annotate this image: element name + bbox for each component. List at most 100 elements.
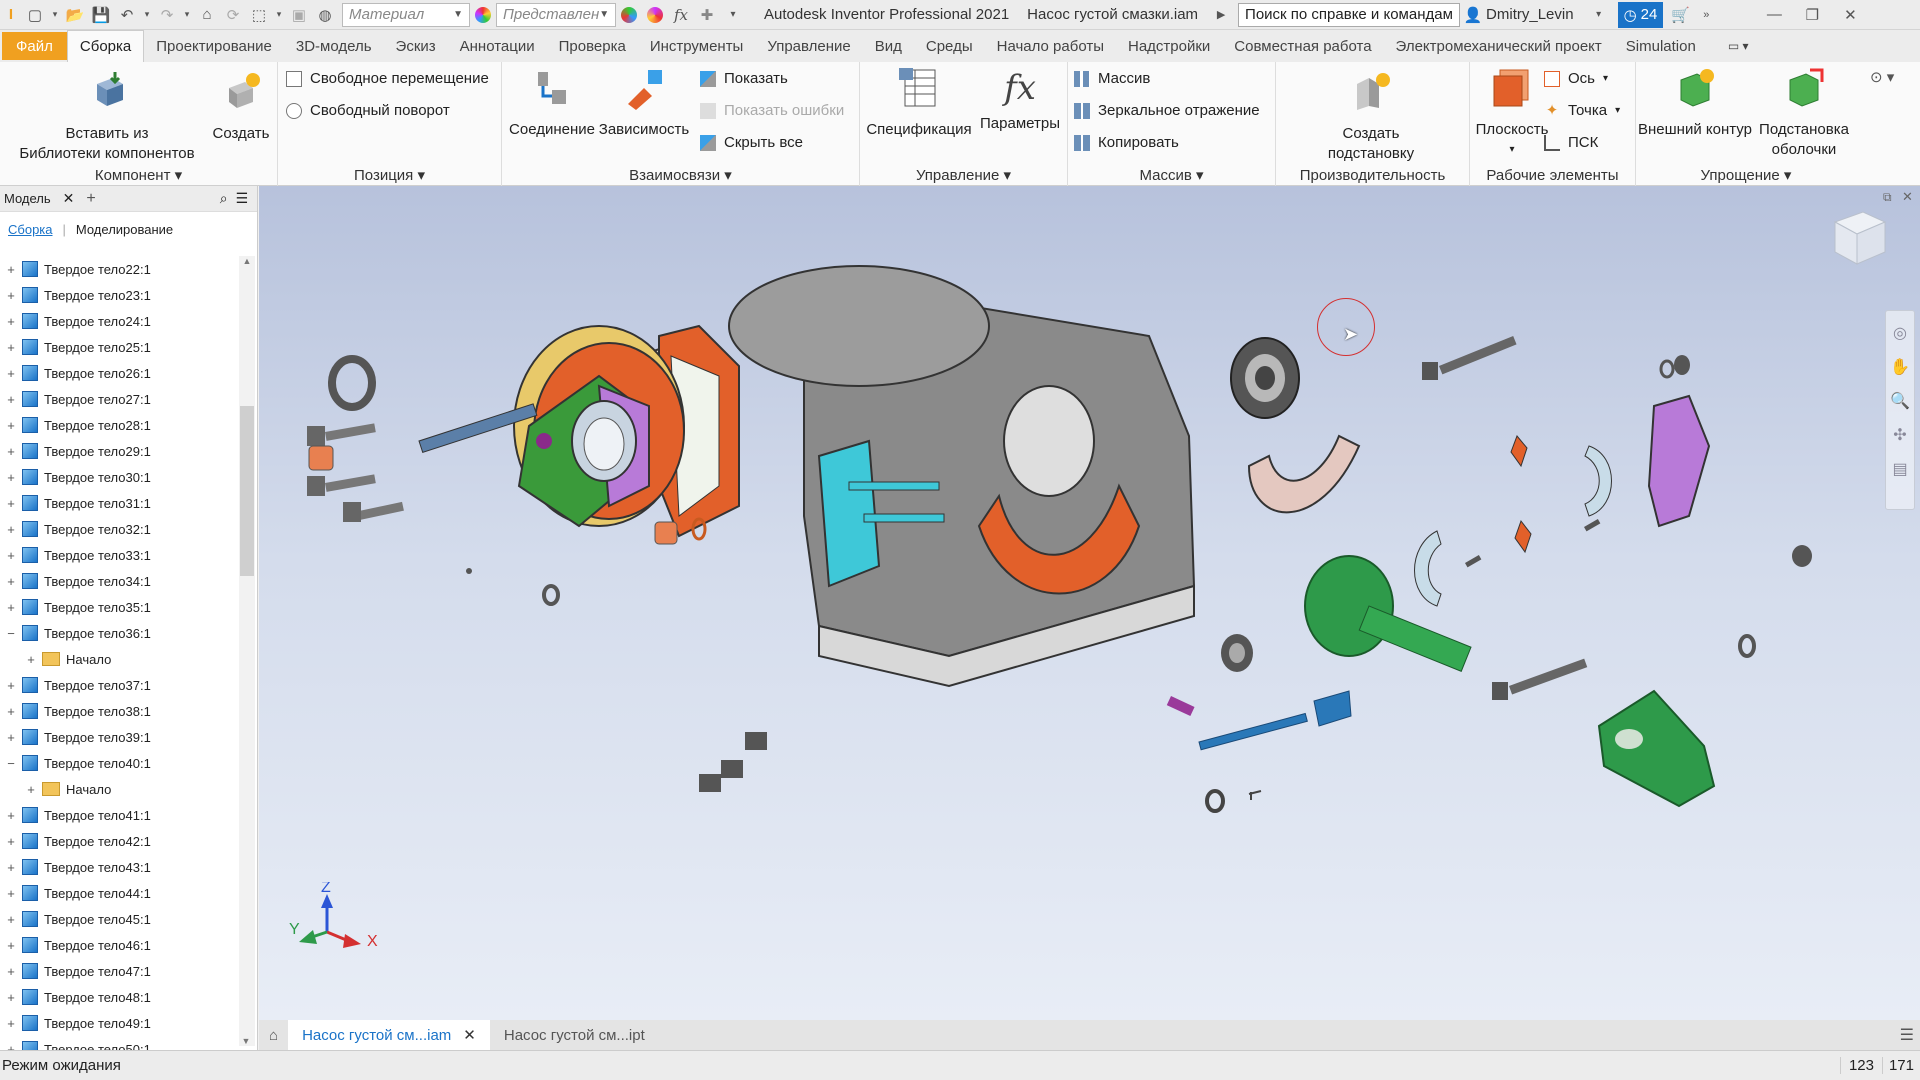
insert-from-library-button[interactable]: Вставить из Библиотеки компонентов — [12, 70, 202, 164]
fork-part[interactable] — [1198, 690, 1352, 751]
nut-part[interactable] — [1792, 545, 1812, 567]
panel-title-simplify[interactable]: Упрощение ▾ — [1636, 166, 1856, 184]
tab-view[interactable]: Вид — [863, 30, 914, 62]
tree-expand-icon[interactable]: + — [24, 652, 38, 667]
undo-dropdown-icon[interactable]: ▾ — [142, 4, 152, 26]
tree-body-row[interactable]: + Твердое тело22:1 — [0, 256, 151, 282]
bolt-part[interactable] — [1492, 658, 1588, 700]
bolt-part[interactable] — [307, 423, 376, 446]
tree-expand-icon[interactable]: + — [4, 418, 18, 433]
mirror-button[interactable]: Зеркальное отражение — [1074, 102, 1260, 119]
tree-body-row[interactable]: + Твердое тело48:1 — [0, 984, 151, 1010]
washer-part[interactable] — [1205, 789, 1225, 813]
undo-icon[interactable]: ↶ — [116, 4, 138, 26]
copy-button[interactable]: Копировать — [1074, 134, 1179, 151]
tree-expand-icon[interactable]: + — [4, 938, 18, 953]
tree-body-row[interactable]: − Твердое тело40:1 — [0, 750, 151, 776]
pan-icon[interactable]: ✋ — [1890, 357, 1910, 377]
browser-title[interactable]: Модель — [4, 191, 51, 206]
point-button[interactable]: ✦ Точка ▾ — [1544, 102, 1620, 119]
tree-expand-icon[interactable]: + — [4, 340, 18, 355]
tree-expand-icon[interactable]: + — [4, 1016, 18, 1031]
scroll-up-icon[interactable]: ▲ — [239, 256, 255, 266]
customize-dropdown-icon[interactable]: ▾ — [722, 4, 744, 26]
pattern-button[interactable]: Массив — [1074, 70, 1150, 87]
tab-inspect[interactable]: Проверка — [547, 30, 638, 62]
panel-title-position[interactable]: Позиция ▾ — [278, 166, 501, 184]
tree-body-row[interactable]: + Твердое тело49:1 — [0, 1010, 151, 1036]
tree-expand-icon[interactable]: − — [4, 626, 18, 641]
steering-wheel-icon[interactable]: ◎ — [1893, 323, 1907, 343]
tree-body-row[interactable]: + Твердое тело28:1 — [0, 412, 151, 438]
tab-design[interactable]: Проектирование — [144, 30, 284, 62]
tree-expand-icon[interactable]: + — [4, 366, 18, 381]
browser-menu-icon[interactable]: ☰ — [236, 190, 249, 207]
browser-scroll-thumb[interactable] — [240, 406, 254, 576]
tab-tools[interactable]: Инструменты — [638, 30, 756, 62]
tree-body-row[interactable]: + Твердое тело47:1 — [0, 958, 151, 984]
gasket-part[interactable] — [1510, 435, 1528, 468]
bolt-part[interactable] — [307, 474, 376, 496]
tree-expand-icon[interactable]: + — [4, 522, 18, 537]
user-icon[interactable]: 👤 — [1462, 4, 1484, 26]
tree-expand-icon[interactable]: + — [4, 834, 18, 849]
look-at-icon[interactable]: ▤ — [1892, 459, 1907, 479]
more-icon[interactable]: » — [1695, 4, 1717, 26]
document-tab-iam[interactable]: Насос густой см...iam ✕ — [288, 1020, 490, 1050]
tree-body-row[interactable]: + Твердое тело26:1 — [0, 360, 151, 386]
tab-assembly[interactable]: Сборка — [66, 30, 145, 62]
new-dropdown-icon[interactable]: ▾ — [50, 4, 60, 26]
tree-body-row[interactable]: + Твердое тело38:1 — [0, 698, 151, 724]
show-errors-button[interactable]: Показать ошибки — [700, 102, 844, 119]
tree-folder-row[interactable]: + Начало — [0, 646, 111, 672]
tree-expand-icon[interactable]: + — [4, 288, 18, 303]
browser-tab-assembly[interactable]: Сборка — [8, 222, 53, 237]
ribbon-minimize-icon[interactable]: ⊙ ▾ — [1870, 68, 1894, 86]
tree-body-row[interactable]: + Твердое тело42:1 — [0, 828, 151, 854]
adjust-icon[interactable] — [618, 4, 640, 26]
tree-expand-icon[interactable]: + — [4, 678, 18, 693]
minimize-icon[interactable]: — — [1763, 4, 1785, 26]
tree-expand-icon[interactable]: + — [4, 886, 18, 901]
create-component-button[interactable]: Создать — [206, 70, 276, 144]
tree-expand-icon[interactable]: + — [4, 444, 18, 459]
browser-close-icon[interactable]: ✕ — [63, 190, 75, 207]
panel-title-pattern[interactable]: Массив ▾ — [1068, 166, 1275, 184]
tab-file[interactable]: Файл — [2, 32, 67, 60]
ball-bearing-part[interactable] — [1230, 337, 1300, 419]
free-rotate-button[interactable]: Свободный поворот — [286, 102, 450, 119]
tree-expand-icon[interactable]: + — [4, 262, 18, 277]
tree-body-row[interactable]: + Твердое тело23:1 — [0, 282, 151, 308]
help-search-input[interactable]: Поиск по справке и командам — [1238, 2, 1461, 27]
panel-title-manage[interactable]: Управление ▾ — [860, 166, 1067, 184]
open-icon[interactable]: 📂 — [64, 4, 86, 26]
ribbon-options-icon[interactable]: ▭ ▾ — [1716, 30, 1761, 62]
constraint-button[interactable]: Зависимость — [598, 66, 690, 140]
tree-expand-icon[interactable]: + — [4, 392, 18, 407]
material-combo[interactable]: Материал ▼ — [342, 2, 470, 27]
tree-body-row[interactable]: + Твердое тело41:1 — [0, 802, 151, 828]
tab-manage[interactable]: Управление — [755, 30, 862, 62]
update-icon[interactable]: ⟳ — [222, 4, 244, 26]
pin-part[interactable] — [1584, 519, 1601, 532]
tab-close-icon[interactable]: ✕ — [463, 1026, 476, 1044]
yoke-part[interactable] — [1597, 689, 1716, 808]
tree-expand-icon[interactable]: + — [4, 548, 18, 563]
pin-part[interactable] — [1248, 790, 1262, 800]
shrinkwrap-substitute-button[interactable]: Подстановка оболочки — [1752, 66, 1856, 160]
tree-expand-icon[interactable]: + — [4, 704, 18, 719]
document-tab-ipt[interactable]: Насос густой см...ipt — [490, 1020, 659, 1050]
tree-expand-icon[interactable]: − — [4, 756, 18, 771]
close-icon[interactable]: ✕ — [1839, 4, 1861, 26]
bolt-part[interactable] — [343, 501, 404, 522]
tab-electromechanical[interactable]: Электромеханический проект — [1384, 30, 1614, 62]
plus-icon[interactable]: ✚ — [696, 4, 718, 26]
axis-button[interactable]: Ось ▾ — [1544, 70, 1608, 87]
tree-body-row[interactable]: − Твердое тело36:1 — [0, 620, 151, 646]
tree-expand-icon[interactable]: + — [4, 730, 18, 745]
select-dropdown-icon[interactable]: ▾ — [274, 4, 284, 26]
tree-folder-row[interactable]: + Начало — [0, 776, 111, 802]
tree-body-row[interactable]: + Твердое тело44:1 — [0, 880, 151, 906]
cart-icon[interactable]: 🛒 — [1669, 4, 1691, 26]
viewport-close-icon[interactable]: ✕ — [1902, 189, 1913, 205]
